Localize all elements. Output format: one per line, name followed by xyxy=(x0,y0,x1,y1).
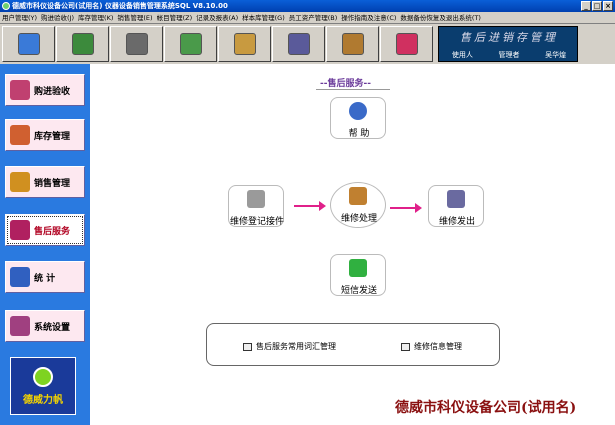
statistics-icon xyxy=(10,267,30,287)
menu-staff-assets[interactable]: 员工资产管理(B) xyxy=(287,12,340,23)
brand-logo: 德威力帆 xyxy=(10,357,76,415)
box-icon xyxy=(233,33,256,55)
help-button[interactable]: 帮 助 xyxy=(330,97,386,139)
section-divider xyxy=(316,89,390,90)
toolbar-id-card-button[interactable] xyxy=(272,26,325,62)
company-name: 德威市科仪设备公司(试用名) xyxy=(395,400,577,416)
sidebar-item-label: 售后服务 xyxy=(34,226,71,237)
menu-backup-exit[interactable]: 数据备份恢复及退出系统(T) xyxy=(398,12,483,23)
menu-purchase[interactable]: 购进验收(J) xyxy=(39,12,76,23)
logo-icon xyxy=(33,366,53,387)
toolbar-ledger-button[interactable] xyxy=(56,26,109,62)
brand-title: 售后进销存管理 xyxy=(460,31,558,44)
repair-info-label: 维修信息管理 xyxy=(414,342,462,351)
refresh-icon xyxy=(17,33,40,55)
settings-icon xyxy=(10,316,30,336)
sidebar-item-settings[interactable]: 系统设置 xyxy=(5,310,85,342)
sidebar: 购进验收 库存管理 销售管理 售后服务 统 计 系统设置 德威力帆 xyxy=(0,64,90,425)
book-icon xyxy=(341,33,364,55)
sidebar-item-label: 库存管理 xyxy=(34,131,71,142)
sms-label: 短信发送 xyxy=(340,286,377,296)
user-label: 使用人 xyxy=(451,51,473,59)
repair-register-button[interactable]: 维修登记接件 xyxy=(228,185,284,227)
search-icon xyxy=(125,33,148,55)
main-panel: --售后服务-- 帮 助 维修登记接件 维修处理 维修发出 短信发送 售后服务常… xyxy=(90,64,615,425)
exit-door-icon xyxy=(395,33,418,55)
repair-register-icon xyxy=(247,190,265,208)
management-box: 售后服务常用词汇管理 维修信息管理 xyxy=(206,323,500,366)
brand-panel: 售后进销存管理 使用人 管理者 吴华煌 xyxy=(438,26,578,62)
repair-info-link[interactable]: 维修信息管理 xyxy=(401,341,462,352)
vocab-manage-link[interactable]: 售后服务常用词汇管理 xyxy=(243,341,336,352)
toolbar-box-button[interactable] xyxy=(218,26,271,62)
menu-accounts[interactable]: 帐目管理(Z) xyxy=(155,12,195,23)
menu-sales[interactable]: 销售管理(E) xyxy=(115,12,154,23)
sidebar-item-statistics[interactable]: 统 计 xyxy=(5,261,85,293)
repair-dispatch-icon xyxy=(447,190,465,208)
arrow-right-icon xyxy=(390,203,422,213)
toolbar-search-button[interactable] xyxy=(110,26,163,62)
sms-icon xyxy=(349,259,367,277)
window-title: 德威市科仪设备公司(试用名) 仪器设备销售管理系统SQL V8.10.00 xyxy=(12,2,228,10)
vocab-manage-label: 售后服务常用词汇管理 xyxy=(256,342,336,351)
sidebar-item-sales[interactable]: 销售管理 xyxy=(5,166,85,198)
purchase-icon xyxy=(10,80,30,100)
sidebar-item-label: 购进验收 xyxy=(34,86,71,97)
spreadsheet-icon xyxy=(179,33,202,55)
user-name: 吴华煌 xyxy=(545,51,567,59)
sms-send-button[interactable]: 短信发送 xyxy=(330,254,386,296)
sidebar-item-inventory[interactable]: 库存管理 xyxy=(5,119,85,151)
sidebar-item-after-sales[interactable]: 售后服务 xyxy=(5,214,85,246)
window-controls: _ □ × xyxy=(581,1,613,11)
close-button[interactable]: × xyxy=(603,1,613,11)
help-icon xyxy=(349,102,367,120)
menu-guide[interactable]: 操作指南及注意(C) xyxy=(339,12,398,23)
toolbar-book-button[interactable] xyxy=(326,26,379,62)
inventory-icon xyxy=(10,125,30,145)
user-info-row: 使用人 管理者 吴华煌 xyxy=(439,49,579,62)
sidebar-item-label: 系统设置 xyxy=(34,322,71,333)
ledger-icon xyxy=(71,33,94,55)
sidebar-item-purchase[interactable]: 购进验收 xyxy=(5,74,85,106)
help-label: 帮 助 xyxy=(348,129,370,139)
menu-user[interactable]: 用户管理(Y) xyxy=(0,12,39,23)
id-card-icon xyxy=(287,33,310,55)
repair-process-label: 维修处理 xyxy=(340,214,377,224)
shopping-cart-icon xyxy=(10,172,30,192)
logo-text: 德威力帆 xyxy=(23,394,63,406)
table-icon xyxy=(401,342,410,351)
sidebar-item-label: 销售管理 xyxy=(34,178,71,189)
repair-register-label: 维修登记接件 xyxy=(229,217,284,227)
sidebar-item-label: 统 计 xyxy=(34,273,56,284)
repair-process-button[interactable]: 维修处理 xyxy=(330,182,386,228)
toolbar-spreadsheet-button[interactable] xyxy=(164,26,217,62)
menu-samples[interactable]: 样本库管理(G) xyxy=(240,12,287,23)
after-sales-icon xyxy=(10,220,30,240)
arrow-right-icon xyxy=(294,201,326,211)
menu-inventory[interactable]: 库存管理(K) xyxy=(76,12,115,23)
menu-bar: 用户管理(Y) 购进验收(J) 库存管理(K) 销售管理(E) 帐目管理(Z) … xyxy=(0,12,615,24)
role-label: 管理者 xyxy=(498,51,520,59)
window-titlebar: 德威市科仪设备公司(试用名) 仪器设备销售管理系统SQL V8.10.00 _ … xyxy=(0,0,615,12)
repair-dispatch-button[interactable]: 维修发出 xyxy=(428,185,484,227)
toolbar-refresh-button[interactable] xyxy=(2,26,55,62)
repair-dispatch-label: 维修发出 xyxy=(438,217,475,227)
toolbar-exit-button[interactable] xyxy=(380,26,433,62)
maximize-button[interactable]: □ xyxy=(592,1,602,11)
minimize-button[interactable]: _ xyxy=(581,1,591,11)
table-icon xyxy=(243,342,252,351)
app-icon xyxy=(2,2,10,10)
tools-icon xyxy=(349,187,367,205)
menu-reports[interactable]: 记录及报表(A) xyxy=(194,12,240,23)
section-title: --售后服务-- xyxy=(320,79,371,89)
